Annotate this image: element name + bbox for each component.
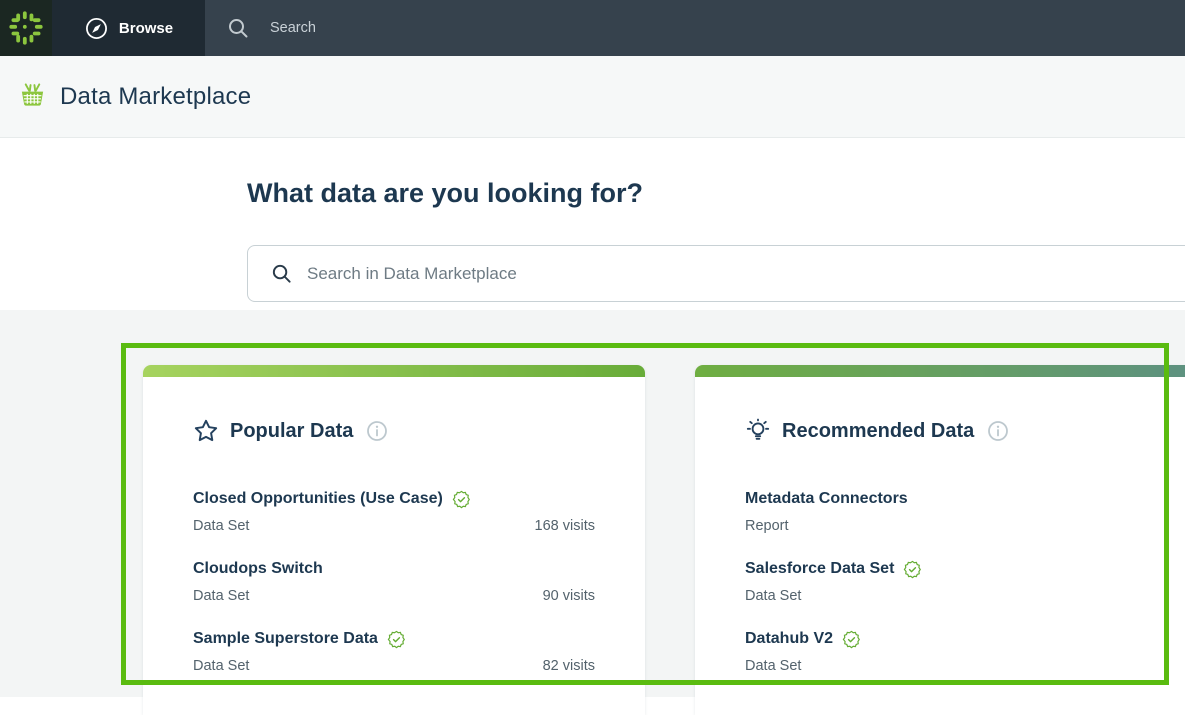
hero-section: What data are you looking for?	[0, 139, 1185, 310]
verified-badge-icon	[387, 630, 406, 649]
global-search-placeholder: Search	[270, 20, 316, 36]
info-icon[interactable]	[987, 420, 1009, 442]
verified-badge-icon	[452, 490, 471, 509]
list-item: Datahub V2 Data Set	[745, 628, 1147, 676]
item-link[interactable]: Closed Opportunities (Use Case)	[193, 488, 443, 510]
card-topbar	[695, 365, 1185, 377]
verified-badge-icon	[842, 630, 861, 649]
item-link[interactable]: Cloudops Switch	[193, 558, 323, 580]
list-item: Salesforce Data Set Data Set	[745, 558, 1147, 606]
compass-icon	[84, 16, 109, 41]
popular-data-list: Closed Opportunities (Use Case) Data Set…	[193, 488, 595, 676]
card-topbar	[143, 365, 645, 377]
item-type: Data Set	[745, 657, 801, 676]
item-link[interactable]: Sample Superstore Data	[193, 628, 378, 650]
lightbulb-icon	[745, 418, 771, 444]
item-link[interactable]: Datahub V2	[745, 628, 833, 650]
item-link[interactable]: Salesforce Data Set	[745, 558, 894, 580]
marketplace-search-input[interactable]	[307, 264, 1185, 284]
list-item: Metadata Connectors Report	[745, 488, 1147, 536]
page-title: Data Marketplace	[60, 83, 251, 111]
alation-logo-icon	[7, 9, 45, 47]
browse-label: Browse	[119, 20, 173, 37]
hero-heading: What data are you looking for?	[247, 178, 643, 209]
recommended-data-list: Metadata Connectors Report Salesforce Da…	[745, 488, 1147, 676]
card-title: Recommended Data	[782, 420, 974, 443]
recommended-data-card: Recommended Data Metadata Connectors Rep	[695, 365, 1185, 715]
list-item: Closed Opportunities (Use Case) Data Set…	[193, 488, 595, 536]
item-type: Report	[745, 517, 789, 536]
info-icon[interactable]	[366, 420, 388, 442]
search-icon	[226, 16, 250, 40]
item-type: Data Set	[745, 587, 801, 606]
global-search-bar[interactable]: Search	[205, 0, 1185, 56]
item-visits: 82 visits	[543, 657, 595, 676]
item-type: Data Set	[193, 587, 249, 606]
page-header: Data Marketplace	[0, 56, 1185, 138]
search-icon	[270, 262, 293, 285]
item-link[interactable]: Metadata Connectors	[745, 488, 908, 510]
app-logo[interactable]	[0, 0, 52, 56]
item-visits: 90 visits	[543, 587, 595, 606]
cards-section: Popular Data Closed Opportunities (Use C…	[0, 310, 1185, 697]
star-icon	[193, 418, 219, 444]
basket-icon	[17, 82, 48, 111]
top-navbar: Browse Search	[0, 0, 1185, 56]
list-item: Sample Superstore Data Data Set 82 visit…	[193, 628, 595, 676]
marketplace-search-box[interactable]	[247, 245, 1185, 302]
item-type: Data Set	[193, 657, 249, 676]
popular-data-card: Popular Data Closed Opportunities (Use C…	[143, 365, 645, 715]
card-title: Popular Data	[230, 420, 353, 443]
item-type: Data Set	[193, 517, 249, 536]
verified-badge-icon	[903, 560, 922, 579]
item-visits: 168 visits	[535, 517, 595, 536]
list-item: Cloudops Switch Data Set 90 visits	[193, 558, 595, 606]
browse-button[interactable]: Browse	[52, 0, 205, 56]
